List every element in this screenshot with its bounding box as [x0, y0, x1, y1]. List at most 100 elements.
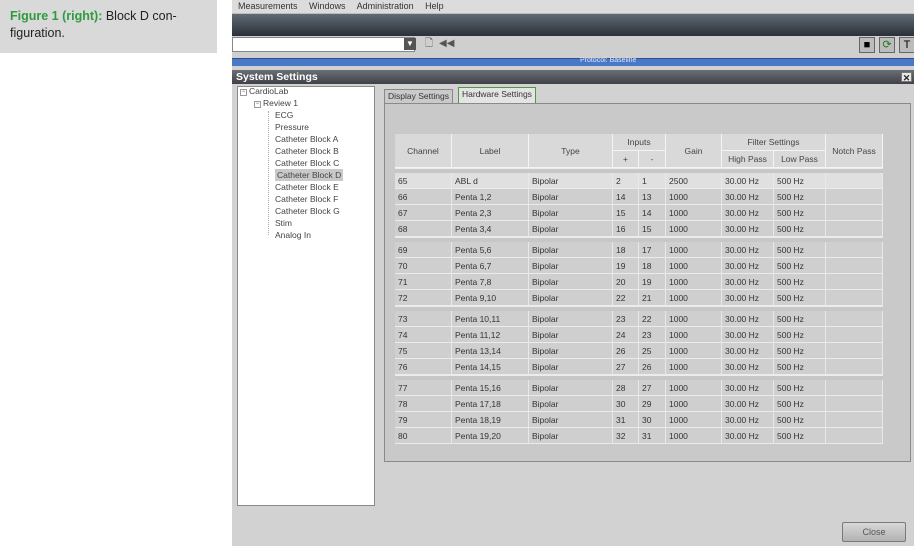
- menu-help[interactable]: Help: [425, 1, 444, 11]
- cell-high-pass: 30.00 Hz: [722, 327, 774, 343]
- tree-item-analog-in[interactable]: Analog In: [275, 229, 311, 241]
- protocol-strip: Protocol: Baseline: [232, 57, 914, 66]
- protocol-label: Protocol: Baseline: [580, 57, 637, 64]
- settings-tree: − CardioLab − Review 1 ECG Pressure Catheter…: [237, 86, 375, 506]
- cell-low-pass: 500 Hz: [774, 327, 826, 343]
- col-filter-settings: Filter Settings: [722, 134, 826, 151]
- cell-label: ABL d: [452, 173, 529, 189]
- menu-administration[interactable]: Administration: [357, 1, 414, 11]
- tree-item-catheter-block-f[interactable]: Catheter Block F: [275, 193, 338, 205]
- chevron-down-icon[interactable]: ▼: [404, 38, 416, 50]
- close-button[interactable]: Close: [842, 522, 906, 542]
- tree-node-cardiolab[interactable]: − CardioLab: [240, 85, 288, 97]
- table-row[interactable]: 77 Penta 15,16 Bipolar 28 27 1000 30.00 Hz 500 …: [395, 380, 883, 396]
- cell-high-pass: 30.00 Hz: [722, 380, 774, 396]
- cell-notch-pass: [826, 290, 883, 306]
- tree-item-catheter-block-g[interactable]: Catheter Block G: [275, 205, 340, 217]
- figure-caption: Figure 1 (right): Block D con- figuratio…: [0, 0, 217, 53]
- table-row[interactable]: 66 Penta 1,2 Bipolar 14 13 1000 30.00 Hz 500 Hz: [395, 189, 883, 205]
- table-row[interactable]: 74 Penta 11,12 Bipolar 24 23 1000 30.00 Hz 500 …: [395, 327, 883, 343]
- tree-item-catheter-block-c[interactable]: Catheter Block C: [275, 157, 339, 169]
- tree-connector: [268, 111, 269, 235]
- tree-item-catheter-block-e[interactable]: Catheter Block E: [275, 181, 339, 193]
- table-row[interactable]: 80 Penta 19,20 Bipolar 32 31 1000 30.00 Hz 500 …: [395, 428, 883, 444]
- minus-box-icon[interactable]: −: [254, 101, 261, 108]
- tab-hardware-settings[interactable]: Hardware Settings: [458, 87, 536, 103]
- cell-type: Bipolar: [529, 290, 613, 306]
- cell-input-plus: 28: [613, 380, 639, 396]
- cell-gain: 1000: [666, 311, 722, 327]
- cell-input-minus: 30: [639, 412, 666, 428]
- new-document-icon[interactable]: 🗋: [425, 38, 433, 50]
- tree-node-review[interactable]: − Review 1: [254, 97, 298, 109]
- cell-type: Bipolar: [529, 205, 613, 221]
- table-row[interactable]: 73 Penta 10,11 Bipolar 23 22 1000 30.00 Hz 500 …: [395, 311, 883, 327]
- cell-label: Penta 15,16: [452, 380, 529, 396]
- cell-input-plus: 14: [613, 189, 639, 205]
- protocol-combo[interactable]: [232, 37, 415, 52]
- cell-input-minus: 23: [639, 327, 666, 343]
- tree-item-catheter-block-a[interactable]: Catheter Block A: [275, 133, 338, 145]
- menu-measurements[interactable]: Measurements: [238, 1, 298, 11]
- cell-type: Bipolar: [529, 412, 613, 428]
- table-row[interactable]: 78 Penta 17,18 Bipolar 30 29 1000 30.00 Hz 500 …: [395, 396, 883, 412]
- cell-input-minus: 29: [639, 396, 666, 412]
- tree-item-stim[interactable]: Stim: [275, 217, 292, 229]
- cell-type: Bipolar: [529, 221, 613, 237]
- cell-channel: 77: [395, 380, 452, 396]
- cell-gain: 1000: [666, 221, 722, 237]
- tab-display-settings[interactable]: Display Settings: [384, 89, 453, 103]
- cell-label: Penta 9,10: [452, 290, 529, 306]
- cell-notch-pass: [826, 343, 883, 359]
- cell-input-plus: 22: [613, 290, 639, 306]
- cell-label: Penta 18,19: [452, 412, 529, 428]
- col-inputs: Inputs: [613, 134, 666, 151]
- cell-input-plus: 16: [613, 221, 639, 237]
- table-row[interactable]: 70 Penta 6,7 Bipolar 19 18 1000 30.00 Hz 500 Hz: [395, 258, 883, 274]
- cell-low-pass: 500 Hz: [774, 221, 826, 237]
- table-row[interactable]: 69 Penta 5,6 Bipolar 18 17 1000 30.00 Hz 500 Hz: [395, 242, 883, 258]
- tree-node-label: CardioLab: [249, 86, 289, 96]
- cell-input-plus: 32: [613, 428, 639, 444]
- table-row[interactable]: 79 Penta 18,19 Bipolar 31 30 1000 30.00 Hz 500 …: [395, 412, 883, 428]
- stop-icon[interactable]: ■: [859, 37, 875, 53]
- cell-label: Penta 19,20: [452, 428, 529, 444]
- menu-windows[interactable]: Windows: [309, 1, 346, 11]
- col-channel: Channel: [395, 134, 452, 168]
- tree-item-catheter-block-b[interactable]: Catheter Block B: [275, 145, 339, 157]
- cell-high-pass: 30.00 Hz: [722, 242, 774, 258]
- cell-channel: 70: [395, 258, 452, 274]
- tree-item-catheter-block-d[interactable]: Catheter Block D: [275, 169, 344, 181]
- col-input-minus: -: [639, 151, 666, 168]
- cell-low-pass: 500 Hz: [774, 428, 826, 444]
- cell-high-pass: 30.00 Hz: [722, 396, 774, 412]
- cell-high-pass: 30.00 Hz: [722, 189, 774, 205]
- table-row[interactable]: 75 Penta 13,14 Bipolar 26 25 1000 30.00 Hz 500 …: [395, 343, 883, 359]
- cell-high-pass: 30.00 Hz: [722, 173, 774, 189]
- figure-label: Figure 1 (right):: [10, 9, 103, 23]
- table-row[interactable]: 67 Penta 2,3 Bipolar 15 14 1000 30.00 Hz 500 Hz: [395, 205, 883, 221]
- table-row[interactable]: 72 Penta 9,10 Bipolar 22 21 1000 30.00 Hz 500 H…: [395, 290, 883, 306]
- refresh-icon[interactable]: ⟳: [879, 37, 895, 53]
- system-settings-dialog: System Settings ✕ − CardioLab − Review 1 E…: [232, 70, 914, 546]
- cell-type: Bipolar: [529, 327, 613, 343]
- cell-channel: 74: [395, 327, 452, 343]
- table-row[interactable]: 68 Penta 3,4 Bipolar 16 15 1000 30.00 Hz 500 Hz: [395, 221, 883, 237]
- table-row[interactable]: 65 ABL d Bipolar 2 1 2500 30.00 Hz 500 Hz: [395, 173, 883, 189]
- rewind-icon[interactable]: ◀◀: [439, 38, 454, 50]
- cell-high-pass: 30.00 Hz: [722, 359, 774, 375]
- menu-bar: Measurements Windows Administration Help: [232, 0, 914, 14]
- table-row[interactable]: 76 Penta 14,15 Bipolar 27 26 1000 30.00 Hz 500 …: [395, 359, 883, 375]
- cell-label: Penta 17,18: [452, 396, 529, 412]
- tree-item-ecg[interactable]: ECG: [275, 109, 293, 121]
- close-icon[interactable]: ✕: [901, 72, 912, 83]
- cell-gain: 1000: [666, 205, 722, 221]
- tree-item-pressure[interactable]: Pressure: [275, 121, 309, 133]
- col-low-pass: Low Pass: [774, 151, 826, 168]
- cell-gain: 1000: [666, 428, 722, 444]
- cell-gain: 1000: [666, 242, 722, 258]
- pin-icon[interactable]: T: [899, 37, 914, 53]
- table-row[interactable]: 71 Penta 7,8 Bipolar 20 19 1000 30.00 Hz 500 Hz: [395, 274, 883, 290]
- cell-input-plus: 30: [613, 396, 639, 412]
- minus-box-icon[interactable]: −: [240, 89, 247, 96]
